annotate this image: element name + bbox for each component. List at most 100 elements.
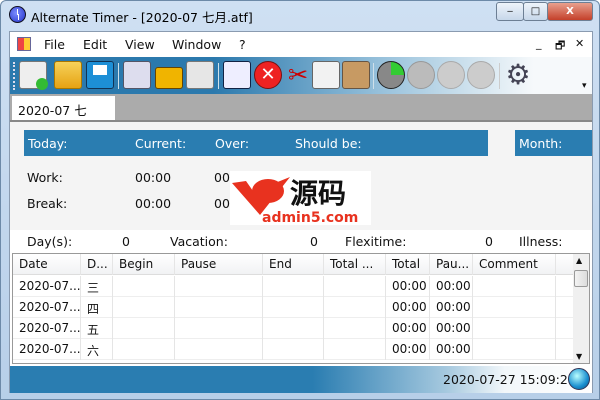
pie-timer-icon[interactable] [437,61,465,89]
month-header: Month: [515,130,592,156]
table-cell: 00:00 [386,297,430,318]
over-label: Over: [215,136,250,151]
tab-strip: 2020-07 七月.atf [10,94,592,137]
cut-icon[interactable]: ✂ [284,61,312,89]
table-cell: 00:00 [430,339,473,360]
toolbar-grip[interactable] [13,62,15,90]
calendar-edit-icon[interactable] [223,61,251,89]
column-header[interactable]: Total ... [324,254,386,275]
table-cell [324,297,386,318]
column-header[interactable]: Comment [473,254,556,275]
today-header: Today: Current: Over: Should be: [24,130,488,156]
copy-icon[interactable] [312,61,340,89]
column-header[interactable]: Pau... [430,254,473,275]
document-icon [17,37,31,51]
table-cell [263,339,324,360]
toolbar-overflow-button[interactable]: ▾ [582,81,587,91]
month-label: Month: [519,136,563,151]
menu-window[interactable]: Window [172,37,221,52]
table-cell: 2020-07... [13,318,81,339]
table-header-row: Date D... Begin Pause End Total ... Total Pau..… [13,254,575,275]
app-clock-icon [9,6,26,23]
table-cell [175,276,263,297]
status-datetime: 2020-07-27 15:09:20 [443,372,576,387]
save-icon[interactable] [86,61,114,89]
print-icon[interactable] [123,61,151,89]
window-title: Alternate Timer - [2020-07 七月.atf] [31,10,253,25]
flexitime-label: Flexitime: [345,234,407,249]
toolbar-separator [373,63,374,89]
break-current-value: 00:00 [135,196,172,211]
minimize-button[interactable]: ‒ [496,2,524,21]
table-row[interactable]: 2020-07... 五 00:00 00:00 [13,318,575,339]
table-cell [263,318,324,339]
pie-timer-icon[interactable] [377,61,405,89]
table-row[interactable]: 2020-07... 四 00:00 00:00 [13,297,575,318]
table-cell [113,276,175,297]
scrollbar-thumb[interactable] [574,270,588,287]
mdi-restore-button[interactable]: 🗗 [555,37,565,56]
watermark-logo: 源码 admin5.com [230,171,371,226]
table-cell: 00:00 [386,339,430,360]
today-label: Today: [28,136,68,151]
table-row[interactable]: 2020-07... 三 00:00 00:00 [13,276,575,297]
maximize-button[interactable]: □ [523,2,548,21]
tab-document[interactable]: 2020-07 七月.atf [12,96,115,137]
column-header[interactable]: Pause [175,254,263,275]
table-cell: 三 [81,276,113,297]
column-header[interactable]: End [263,254,324,275]
table-cell: 00:00 [386,318,430,339]
paste-icon[interactable] [342,61,370,89]
menu-help[interactable]: ? [239,37,246,52]
break-label: Break: [27,196,68,211]
document-settings-icon[interactable] [186,61,214,89]
current-label: Current: [135,136,187,151]
column-header[interactable]: Begin [113,254,175,275]
scroll-up-icon[interactable]: ▲ [576,256,582,265]
table-cell: 四 [81,297,113,318]
settings-gear-icon[interactable]: ⚙ [504,61,532,89]
close-button[interactable]: X [547,2,593,21]
pie-timer-icon[interactable] [467,61,495,89]
toolbar-separator [118,63,119,89]
table-cell [473,318,556,339]
table-cell: 2020-07... [13,276,81,297]
column-header[interactable]: D... [81,254,113,275]
days-label: Day(s): [27,234,73,249]
work-current-value: 00:00 [135,170,172,185]
menu-file[interactable]: File [44,37,65,52]
svg-text:admin5.com: admin5.com [262,210,358,225]
column-header[interactable]: Date [13,254,81,275]
toolbar-separator [218,63,219,89]
mdi-close-button[interactable]: ✕ [575,37,584,50]
lock-icon[interactable] [155,67,183,89]
column-header[interactable]: Total [386,254,430,275]
scroll-down-icon[interactable]: ▼ [576,352,582,361]
table-cell [473,339,556,360]
menu-edit[interactable]: Edit [83,37,107,52]
table-cell: 00:00 [430,318,473,339]
work-label: Work: [27,170,63,185]
table-cell: 00:00 [386,276,430,297]
globe-icon[interactable] [568,368,590,390]
menu-view[interactable]: View [125,37,155,52]
mdi-minimize-button[interactable]: _ [536,37,542,50]
table-cell [324,276,386,297]
delete-icon[interactable]: ✕ [254,61,282,89]
vertical-scrollbar[interactable]: ▲ ▼ [573,254,589,363]
pie-timer-icon[interactable] [407,61,435,89]
table-cell: 00:00 [430,297,473,318]
table-cell [113,339,175,360]
menu-bar: File Edit View Window ? _ 🗗 ✕ [10,32,592,56]
table-cell [324,318,386,339]
table-row[interactable]: 2020-07... 六 00:00 00:00 [13,339,575,360]
new-document-icon[interactable] [19,61,48,90]
table-cell [473,297,556,318]
table-cell [473,276,556,297]
toolbar: ✕ ✂ ⚙ ▾ [10,57,592,94]
application-window: Alternate Timer - [2020-07 七月.atf] ‒ □ X… [0,0,600,400]
timesheet-table: 2020-07... 六 00:00 00:00 2020-07... 五 00:00 00:… [12,253,590,364]
open-folder-icon[interactable] [54,61,82,89]
svg-text:源码: 源码 [290,177,346,210]
status-bar: 2020-07-27 15:09:20 [10,366,592,393]
